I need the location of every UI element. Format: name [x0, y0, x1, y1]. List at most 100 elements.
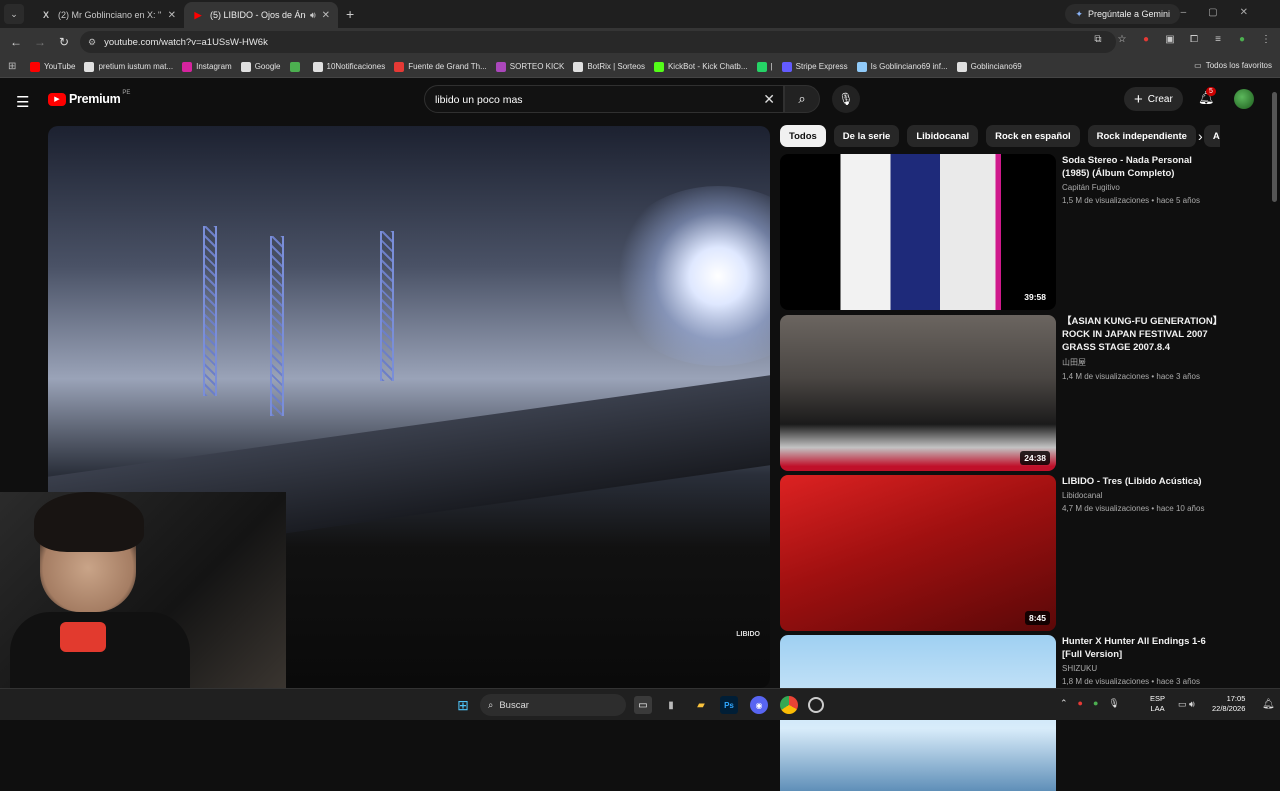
channel-name[interactable]: Libidocanal	[1062, 491, 1220, 500]
bookmark-item[interactable]: Goblinciano69	[956, 61, 1022, 72]
chips-next-chevron-icon[interactable]: ›	[1198, 128, 1203, 144]
menu-hamburger-icon[interactable]: ☰	[16, 93, 29, 111]
video-thumbnail[interactable]: 39:58	[780, 154, 1056, 310]
bookmark-favicon-icon	[312, 61, 323, 72]
browser-tab-x[interactable]: X (2) Mr Goblinciano en X: "Perdí ✕	[32, 2, 184, 28]
search-icon: ⌕	[798, 91, 806, 106]
forward-button[interactable]: →	[28, 35, 52, 49]
clear-search-icon[interactable]: ✕	[763, 91, 775, 108]
notifications-icon[interactable]: 🔔︎	[1262, 699, 1275, 710]
install-app-icon[interactable]: ⧉	[1090, 34, 1106, 45]
bookmark-item[interactable]: pretium iustum mat...	[84, 61, 174, 72]
extension-icon[interactable]: ●	[1138, 34, 1154, 45]
filter-chip[interactable]: Todos	[780, 125, 826, 147]
video-title[interactable]: 【ASIAN KUNG-FU GENERATION】ROCK IN JAPAN …	[1062, 315, 1220, 354]
bookmark-item[interactable]: YouTube	[30, 61, 75, 72]
video-title[interactable]: LIBIDO - Tres (Libido Acústica)	[1062, 475, 1220, 488]
new-tab-button[interactable]: +	[346, 6, 354, 22]
bookmark-label: pretium iustum mat...	[98, 62, 174, 71]
bookmark-item[interactable]: KickBot - Kick Chatb...	[653, 61, 748, 72]
media-control-icon[interactable]: ≡	[1210, 34, 1226, 45]
create-button[interactable]: + Crear	[1124, 87, 1183, 111]
channel-name[interactable]: SHIZUKU	[1062, 664, 1220, 673]
input-language[interactable]: ESP LAA	[1150, 694, 1165, 714]
bookmark-item[interactable]: SORTEO KICK	[495, 61, 564, 72]
channel-name[interactable]: Capitán Fugitivo	[1062, 183, 1220, 192]
tray-app-icon[interactable]: ●	[1078, 698, 1083, 709]
tray-mic-icon[interactable]: 🎙︎	[1108, 698, 1119, 709]
bookmark-label: BotRix | Sorteos	[587, 62, 645, 71]
app-icon[interactable]: ▮	[662, 696, 680, 714]
tray-app-icon[interactable]: ●	[1093, 698, 1098, 709]
address-bar[interactable]: ⚙︎ youtube.com/watch?v=a1USsW-HW6k	[80, 31, 1116, 53]
system-clock[interactable]: 17:05 22/8/2026	[1212, 694, 1245, 714]
filter-chip[interactable]: Agru	[1203, 125, 1220, 147]
search-input[interactable]: libido un poco mas ✕	[424, 85, 784, 113]
discord-icon[interactable]: ◉	[750, 696, 768, 714]
youtube-premium-logo[interactable]: ▶ Premium PE	[48, 90, 130, 106]
windows-start-icon[interactable]: ⊞	[454, 696, 472, 714]
bookmark-favicon-icon	[30, 61, 40, 72]
reload-button[interactable]: ↻	[52, 35, 76, 49]
back-button[interactable]: ←	[4, 35, 28, 49]
filter-chip[interactable]: De la serie	[833, 125, 900, 147]
photoshop-icon[interactable]: Ps	[720, 696, 738, 714]
bookmark-label: 10Notificaciones	[326, 62, 386, 71]
youtube-masthead: ☰ ▶ Premium PE libido un poco mas ✕ ⌕ 🎙︎…	[0, 78, 1280, 122]
bookmark-item[interactable]: Fuente de Grand Th...	[394, 61, 487, 72]
extensions-puzzle-icon[interactable]: ⧠	[1186, 34, 1202, 45]
filter-chip[interactable]: Libidocanal	[907, 125, 979, 147]
video-thumbnail[interactable]: 24:38	[780, 315, 1056, 471]
profile-avatar[interactable]: ●	[1234, 34, 1250, 45]
chrome-icon[interactable]	[780, 696, 798, 714]
bookmark-item[interactable]: Stripe Express	[781, 61, 848, 72]
search-button[interactable]: ⌕	[784, 85, 820, 113]
browser-tab-youtube[interactable]: ▶ (5) LIBIDO - Ojos de Ángel 🔊︎ ✕	[184, 2, 338, 28]
filter-chip[interactable]: Rock independiente	[1087, 125, 1196, 147]
video-title[interactable]: Hunter X Hunter All Endings 1-6 [Full Ve…	[1062, 635, 1220, 661]
bookmark-item[interactable]: BotRix | Sorteos	[573, 61, 645, 72]
extension-icon[interactable]: ▣	[1162, 34, 1178, 45]
apps-grid-icon[interactable]: ⊞	[8, 61, 22, 72]
bookmark-item[interactable]: Is Goblinciano69 inf...	[856, 61, 948, 72]
file-explorer-icon[interactable]: ▰	[692, 696, 710, 714]
scrollbar-thumb[interactable]	[1272, 92, 1277, 202]
gemini-button[interactable]: ✦ Pregúntale a Gemini	[1065, 4, 1180, 24]
bookmark-item[interactable]: |	[756, 61, 773, 72]
recommended-video[interactable]: 8:45 LIBIDO - Tres (Libido Acústica) Libid…	[780, 475, 1220, 631]
close-tab-icon[interactable]: ✕	[322, 10, 330, 21]
video-info: 【ASIAN KUNG-FU GENERATION】ROCK IN JAPAN …	[1062, 315, 1220, 381]
tab-search-button[interactable]: ⌄	[4, 4, 24, 24]
audio-playing-icon[interactable]: 🔊︎	[310, 10, 316, 21]
recommended-video[interactable]: Hunter X Hunter All Endings 1-6 [Full Ve…	[780, 635, 1220, 791]
obs-icon[interactable]	[808, 697, 824, 713]
task-view-icon[interactable]: ▭	[634, 696, 652, 714]
browser-toolbar: ← → ↻ ⚙︎ youtube.com/watch?v=a1USsW-HW6k…	[0, 28, 1280, 56]
taskbar-search[interactable]: ⌕ Buscar	[480, 694, 626, 716]
video-meta: 1,4 M de visualizaciones • hace 3 años	[1062, 372, 1200, 381]
bookmark-item[interactable]: Google	[240, 61, 281, 72]
bookmark-favicon-icon	[182, 61, 193, 72]
bookmark-item[interactable]	[289, 61, 304, 72]
video-thumbnail[interactable]: 8:45	[780, 475, 1056, 631]
bookmark-item[interactable]: Instagram	[182, 61, 232, 72]
account-avatar[interactable]	[1234, 89, 1254, 109]
recommended-video[interactable]: 39:58 Soda Stereo - Nada Personal (1985) …	[780, 154, 1220, 310]
page-scrollbar[interactable]	[1270, 84, 1278, 684]
window-controls[interactable]: –▢✕	[1181, 7, 1270, 18]
filter-chip[interactable]: Rock en español	[986, 125, 1080, 147]
bookmark-item[interactable]: 10Notificaciones	[312, 61, 386, 72]
stage-light	[608, 186, 770, 366]
recommended-video[interactable]: 24:38 【ASIAN KUNG-FU GENERATION】ROCK IN J…	[780, 315, 1220, 471]
browser-menu-icon[interactable]: ⋮	[1258, 34, 1274, 45]
bookmark-star-icon[interactable]: ☆	[1114, 34, 1130, 45]
microphone-foam	[60, 622, 106, 652]
channel-name[interactable]: 山田屋	[1062, 357, 1220, 368]
voice-search-button[interactable]: 🎙︎	[832, 85, 860, 113]
all-favorites-folder[interactable]: ▭ Todos los favoritos	[1194, 61, 1272, 70]
tray-chevron-icon[interactable]: ⌃	[1060, 698, 1068, 709]
video-title[interactable]: Soda Stereo - Nada Personal (1985) (Álbu…	[1062, 154, 1220, 180]
close-tab-icon[interactable]: ✕	[168, 10, 176, 21]
site-info-icon[interactable]: ⚙︎	[88, 37, 96, 48]
network-volume-icons[interactable]: ▭ 🔊︎	[1178, 699, 1195, 710]
